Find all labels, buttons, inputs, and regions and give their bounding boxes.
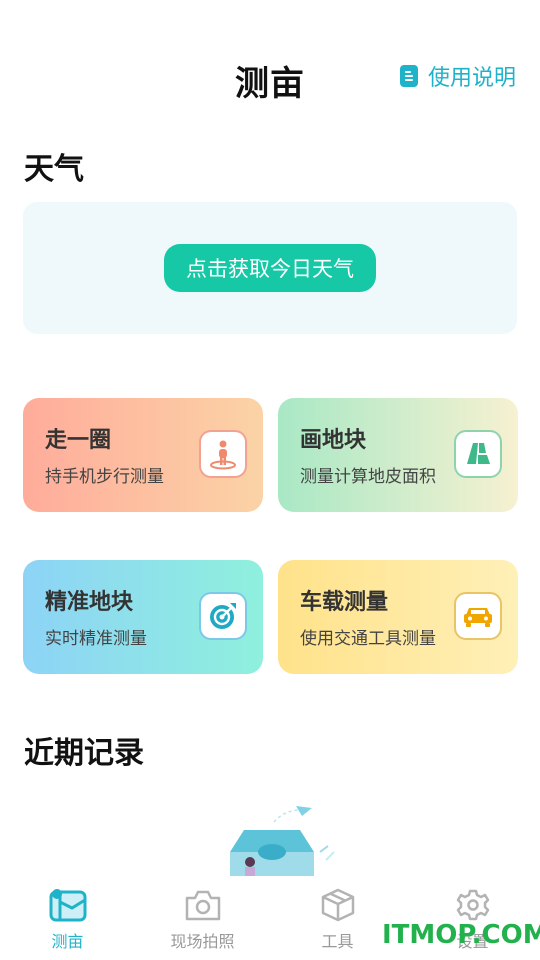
- document-icon: [399, 65, 418, 87]
- weather-section-title: 天气: [24, 152, 84, 187]
- tab-label: 测亩: [51, 932, 84, 951]
- top-header: 测亩 使用说明: [0, 50, 540, 106]
- records-section-title: 近期记录: [24, 736, 144, 771]
- box-icon: [318, 888, 358, 924]
- precise-plot-card[interactable]: 精准地块 实时精准测量: [23, 560, 263, 674]
- vehicle-measure-card[interactable]: 车载测量 使用交通工具测量: [278, 560, 518, 674]
- card-title: 精准地块: [45, 590, 134, 615]
- car-icon: [456, 594, 500, 638]
- card-description: 持手机步行测量: [45, 467, 164, 487]
- help-label: 使用说明: [427, 66, 516, 91]
- map-icon: [48, 888, 88, 924]
- help-button[interactable]: 使用说明: [399, 60, 516, 92]
- card-title: 画地块: [300, 428, 367, 453]
- tab-measure[interactable]: 测亩: [0, 888, 135, 952]
- camera-icon: [183, 888, 223, 924]
- weather-card: 点击获取今日天气: [23, 202, 517, 334]
- map-plot-icon: [456, 432, 500, 476]
- gear-icon: [453, 888, 493, 924]
- card-title: 车载测量: [300, 590, 389, 615]
- get-weather-button[interactable]: 点击获取今日天气: [164, 244, 376, 292]
- walk-around-card[interactable]: 走一圈 持手机步行测量: [23, 398, 263, 512]
- card-description: 实时精准测量: [45, 629, 147, 649]
- target-icon: [201, 594, 245, 638]
- card-description: 使用交通工具测量: [300, 629, 436, 649]
- card-description: 测量计算地皮面积: [300, 467, 436, 487]
- card-title: 走一圈: [45, 428, 112, 453]
- draw-plot-card[interactable]: 画地块 测量计算地皮面积: [278, 398, 518, 512]
- site-watermark: ITMOP.COM: [382, 920, 540, 950]
- tab-photo[interactable]: 现场拍照: [135, 888, 270, 952]
- walking-person-icon: [201, 432, 245, 476]
- tab-label: 现场拍照: [170, 932, 235, 951]
- empty-records-illustration: [216, 800, 340, 876]
